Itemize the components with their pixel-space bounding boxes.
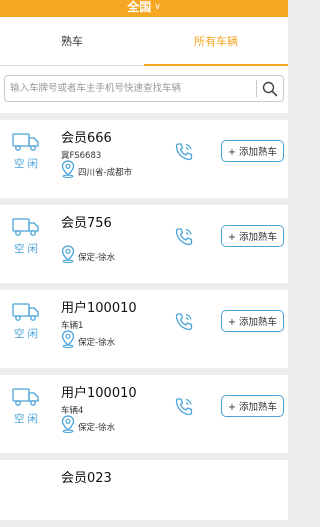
location-pin-icon [61, 415, 75, 433]
location-pin-icon [61, 160, 75, 178]
vehicle-status: 空闲 [14, 328, 41, 340]
tab-all-vehicles[interactable]: 所有车辆 [144, 17, 288, 66]
vehicle-card[interactable]: 空闲 用户100010 车辆4 保定-徐水 + 添加熟车 [0, 375, 288, 453]
owner-name: 会员666 [61, 131, 112, 146]
search-area [0, 66, 288, 113]
location-text: 四川省-成都市 [78, 168, 133, 178]
vehicle-list: 空闲 会员666 冀FS6683 四川省-成都市 + 添加熟车 空闲 会员756 [0, 120, 288, 527]
phone-icon[interactable] [173, 226, 195, 248]
search-input[interactable] [5, 82, 256, 95]
owner-name: 会员756 [61, 216, 112, 231]
add-familiar-vehicle-button[interactable]: + 添加熟车 [221, 140, 284, 162]
add-familiar-vehicle-button[interactable]: + 添加熟车 [221, 225, 284, 247]
location-text: 保定-徐水 [78, 338, 116, 348]
truck-icon [12, 218, 39, 236]
truck-icon [12, 133, 39, 151]
truck-icon [12, 388, 39, 406]
phone-icon[interactable] [173, 396, 195, 418]
phone-icon[interactable] [173, 311, 195, 333]
top-bar: 全国 ∨ [0, 0, 288, 17]
vehicle-location: 保定-徐水 [61, 245, 115, 263]
search-icon [262, 81, 278, 96]
vehicle-status: 空闲 [14, 243, 41, 255]
region-title[interactable]: 全国 [127, 1, 151, 13]
vehicle-status: 空闲 [14, 158, 41, 170]
vehicle-card[interactable]: 会员023 [0, 460, 288, 520]
vehicle-card[interactable]: 空闲 用户100010 车辆1 保定-徐水 + 添加熟车 [0, 290, 288, 368]
vehicle-location: 保定-徐水 [61, 330, 115, 348]
location-text: 保定-徐水 [78, 423, 116, 433]
chevron-down-icon[interactable]: ∨ [154, 2, 161, 12]
vehicle-card[interactable]: 空闲 会员666 冀FS6683 四川省-成都市 + 添加熟车 [0, 120, 288, 198]
add-familiar-vehicle-button[interactable]: + 添加熟车 [221, 310, 284, 332]
add-familiar-vehicle-button[interactable]: + 添加熟车 [221, 395, 284, 417]
truck-icon [12, 303, 39, 321]
vehicle-card[interactable]: 空闲 会员756 保定-徐水 + 添加熟车 [0, 205, 288, 283]
search-box [4, 75, 284, 102]
location-pin-icon [61, 330, 75, 348]
owner-name: 用户100010 [61, 301, 137, 316]
search-button[interactable] [257, 76, 283, 101]
vehicle-location: 保定-徐水 [61, 415, 115, 433]
tab-bar: 熟车 所有车辆 [0, 17, 288, 66]
vehicle-status: 空闲 [14, 413, 41, 425]
vehicle-location: 四川省-成都市 [61, 160, 132, 178]
owner-name: 用户100010 [61, 386, 137, 401]
owner-name: 会员023 [61, 471, 112, 486]
phone-icon[interactable] [173, 141, 195, 163]
tab-familiar-vehicles[interactable]: 熟车 [0, 17, 144, 65]
location-text: 保定-徐水 [78, 253, 116, 263]
location-pin-icon [61, 245, 75, 263]
